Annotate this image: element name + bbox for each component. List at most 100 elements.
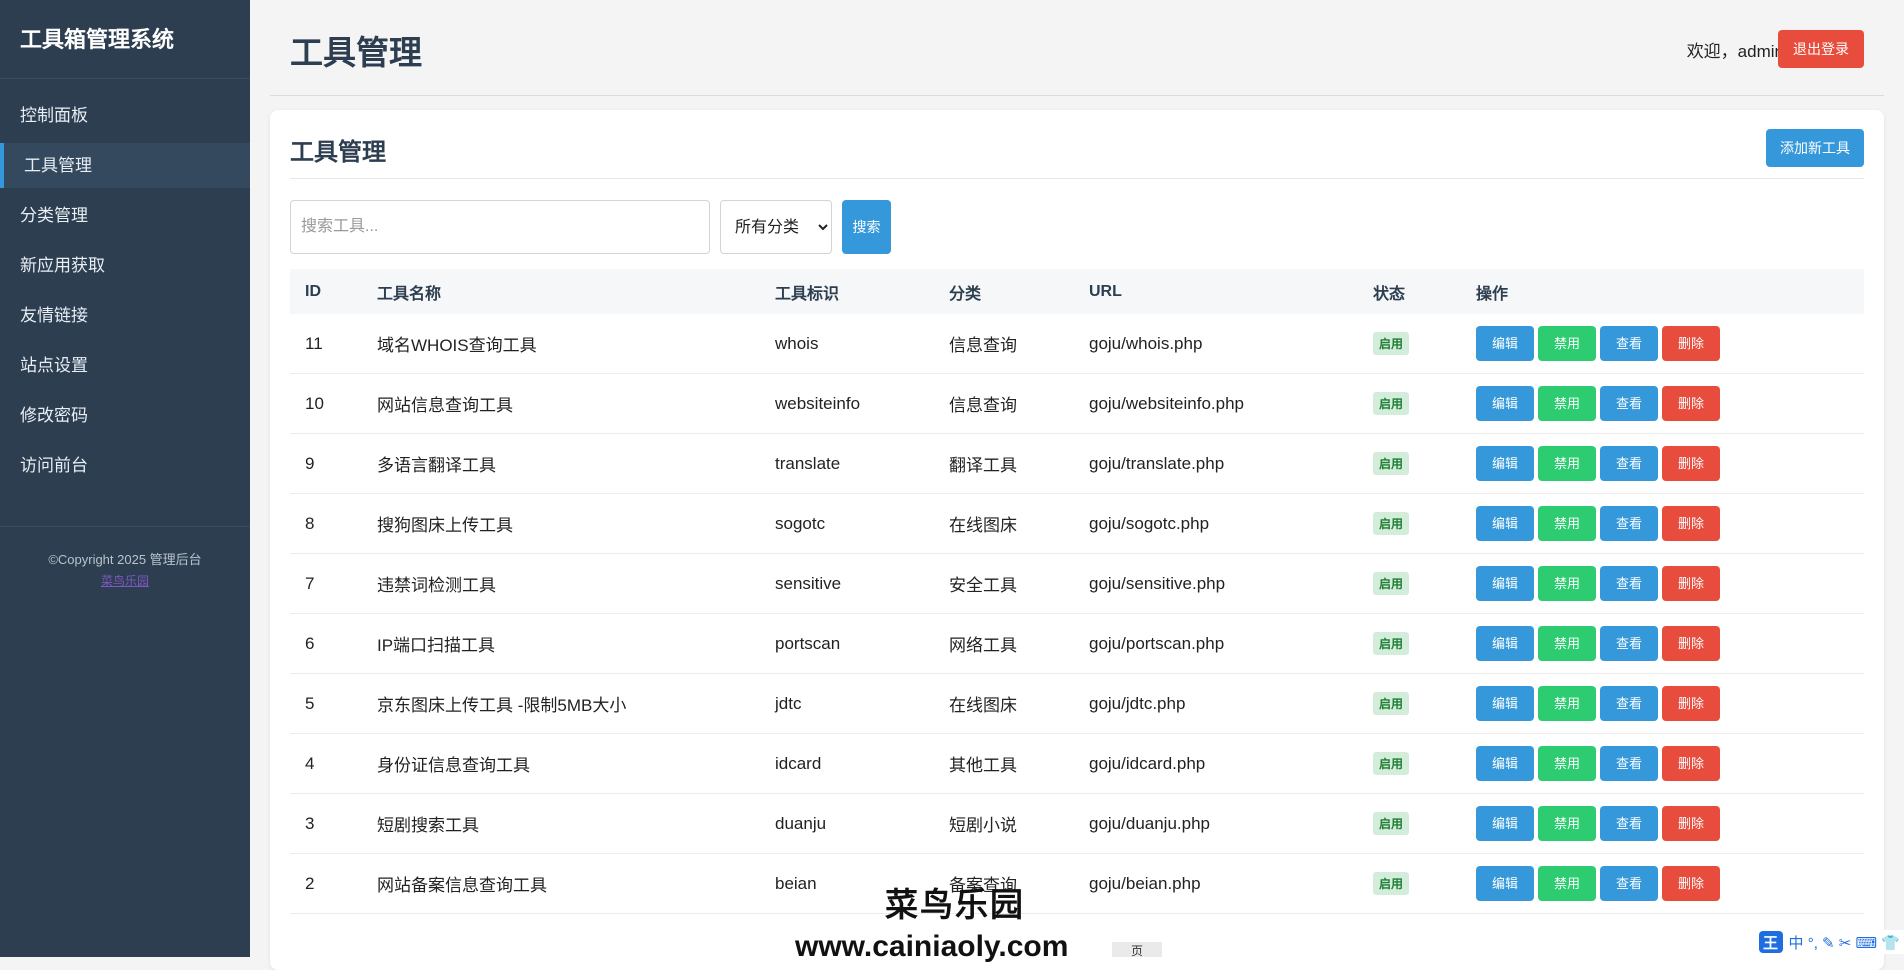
- disable-button[interactable]: 禁用: [1538, 686, 1596, 721]
- cell-actions: 编辑 禁用 查看 删除: [1461, 853, 1864, 914]
- sidebar-item-site-settings[interactable]: 站点设置: [0, 343, 250, 388]
- delete-button[interactable]: 删除: [1662, 446, 1720, 481]
- view-button[interactable]: 查看: [1600, 806, 1658, 841]
- edit-button[interactable]: 编辑: [1476, 446, 1534, 481]
- cell-id: 11: [290, 314, 362, 374]
- view-button[interactable]: 查看: [1600, 626, 1658, 661]
- col-header-id: ID: [290, 269, 362, 314]
- cell-id: 8: [290, 493, 362, 554]
- edit-button[interactable]: 编辑: [1476, 806, 1534, 841]
- cell-id: 7: [290, 553, 362, 614]
- sidebar-item-visit-frontend[interactable]: 访问前台: [0, 443, 250, 488]
- cell-actions: 编辑 禁用 查看 删除: [1461, 673, 1864, 734]
- status-badge: 启用: [1373, 572, 1410, 595]
- sidebar-nav: 控制面板 工具管理 分类管理 新应用获取 友情链接 站点设置 修改密码 访问前台: [0, 93, 250, 488]
- table-row: 9 多语言翻译工具 translate 翻译工具 goju/translate.php 启…: [290, 433, 1864, 494]
- cell-actions: 编辑 禁用 查看 删除: [1461, 733, 1864, 794]
- disable-button[interactable]: 禁用: [1538, 326, 1596, 361]
- cell-category: 翻译工具: [934, 433, 1074, 494]
- delete-button[interactable]: 删除: [1662, 626, 1720, 661]
- cell-tool-key: websiteinfo: [760, 373, 934, 434]
- cell-category: 安全工具: [934, 553, 1074, 614]
- delete-button[interactable]: 删除: [1662, 866, 1720, 901]
- edit-button[interactable]: 编辑: [1476, 506, 1534, 541]
- view-button[interactable]: 查看: [1600, 566, 1658, 601]
- cell-id: 9: [290, 433, 362, 494]
- disable-button[interactable]: 禁用: [1538, 806, 1596, 841]
- disable-button[interactable]: 禁用: [1538, 446, 1596, 481]
- status-badge: 启用: [1373, 752, 1410, 775]
- delete-button[interactable]: 删除: [1662, 806, 1720, 841]
- cell-url: goju/beian.php: [1074, 853, 1358, 914]
- delete-button[interactable]: 删除: [1662, 686, 1720, 721]
- copyright-link[interactable]: 菜鸟乐园: [0, 572, 250, 589]
- disable-button[interactable]: 禁用: [1538, 566, 1596, 601]
- view-button[interactable]: 查看: [1600, 386, 1658, 421]
- edit-button[interactable]: 编辑: [1476, 746, 1534, 781]
- view-button[interactable]: 查看: [1600, 866, 1658, 901]
- sidebar-item-friend-links[interactable]: 友情链接: [0, 293, 250, 338]
- status-badge: 启用: [1373, 812, 1410, 835]
- ime-tools[interactable]: 中 °, ✎ ✂ ⌨ 👕: [1789, 932, 1900, 953]
- cell-tool-key: duanju: [760, 793, 934, 854]
- add-tool-button[interactable]: 添加新工具: [1766, 129, 1864, 167]
- cell-tool-name: 身份证信息查询工具: [362, 733, 760, 794]
- edit-button[interactable]: 编辑: [1476, 386, 1534, 421]
- status-badge: 启用: [1373, 632, 1410, 655]
- table-row: 7 违禁词检测工具 sensitive 安全工具 goju/sensitive.php 启…: [290, 553, 1864, 614]
- edit-button[interactable]: 编辑: [1476, 866, 1534, 901]
- disable-button[interactable]: 禁用: [1538, 506, 1596, 541]
- col-header-url: URL: [1074, 269, 1358, 314]
- table-header-row: ID 工具名称 工具标识 分类 URL 状态 操作: [290, 269, 1864, 314]
- view-button[interactable]: 查看: [1600, 506, 1658, 541]
- sidebar-item-change-password[interactable]: 修改密码: [0, 393, 250, 438]
- disable-button[interactable]: 禁用: [1538, 746, 1596, 781]
- watermark-url: www.cainiaoly.com: [795, 930, 1069, 963]
- brand-title: 工具箱管理系统: [0, 0, 250, 79]
- view-button[interactable]: 查看: [1600, 326, 1658, 361]
- search-button[interactable]: 搜索: [842, 200, 891, 254]
- cell-actions: 编辑 禁用 查看 删除: [1461, 373, 1864, 434]
- edit-button[interactable]: 编辑: [1476, 686, 1534, 721]
- card-header: 工具管理 添加新工具: [290, 110, 1864, 179]
- delete-button[interactable]: 删除: [1662, 506, 1720, 541]
- edit-button[interactable]: 编辑: [1476, 566, 1534, 601]
- view-button[interactable]: 查看: [1600, 686, 1658, 721]
- edit-button[interactable]: 编辑: [1476, 326, 1534, 361]
- table-row: 11 域名WHOIS查询工具 whois 信息查询 goju/whois.php 启用 编辑…: [290, 314, 1864, 374]
- cell-tool-key: jdtc: [760, 673, 934, 734]
- sidebar-item-dashboard[interactable]: 控制面板: [0, 93, 250, 138]
- cell-id: 10: [290, 373, 362, 434]
- search-input[interactable]: [290, 200, 710, 254]
- ime-toolbar[interactable]: 王 中 °, ✎ ✂ ⌨ 👕: [1754, 930, 1904, 954]
- disable-button[interactable]: 禁用: [1538, 626, 1596, 661]
- view-button[interactable]: 查看: [1600, 746, 1658, 781]
- cell-category: 短剧小说: [934, 793, 1074, 854]
- table-row: 6 IP端口扫描工具 portscan 网络工具 goju/portscan.php 启用…: [290, 613, 1864, 674]
- logout-button[interactable]: 退出登录: [1778, 30, 1864, 68]
- view-button[interactable]: 查看: [1600, 446, 1658, 481]
- cell-tool-name: 网站信息查询工具: [362, 373, 760, 434]
- ime-logo-icon[interactable]: 王: [1758, 931, 1783, 953]
- cell-category: 在线图床: [934, 493, 1074, 554]
- col-header-name: 工具名称: [362, 269, 760, 314]
- delete-button[interactable]: 删除: [1662, 326, 1720, 361]
- cell-actions: 编辑 禁用 查看 删除: [1461, 493, 1864, 554]
- delete-button[interactable]: 删除: [1662, 566, 1720, 601]
- pagination-fragment[interactable]: 页: [1112, 942, 1162, 958]
- cell-tool-name: 多语言翻译工具: [362, 433, 760, 494]
- delete-button[interactable]: 删除: [1662, 386, 1720, 421]
- cell-id: 6: [290, 613, 362, 674]
- status-badge: 启用: [1373, 872, 1410, 895]
- sidebar-item-new-apps[interactable]: 新应用获取: [0, 243, 250, 288]
- delete-button[interactable]: 删除: [1662, 746, 1720, 781]
- sidebar-item-categories[interactable]: 分类管理: [0, 193, 250, 238]
- sidebar-item-tools[interactable]: 工具管理: [0, 143, 250, 188]
- cell-url: goju/idcard.php: [1074, 733, 1358, 794]
- edit-button[interactable]: 编辑: [1476, 626, 1534, 661]
- cell-tool-key: whois: [760, 314, 934, 374]
- disable-button[interactable]: 禁用: [1538, 866, 1596, 901]
- category-select[interactable]: 所有分类: [720, 200, 832, 254]
- disable-button[interactable]: 禁用: [1538, 386, 1596, 421]
- cell-actions: 编辑 禁用 查看 删除: [1461, 314, 1864, 374]
